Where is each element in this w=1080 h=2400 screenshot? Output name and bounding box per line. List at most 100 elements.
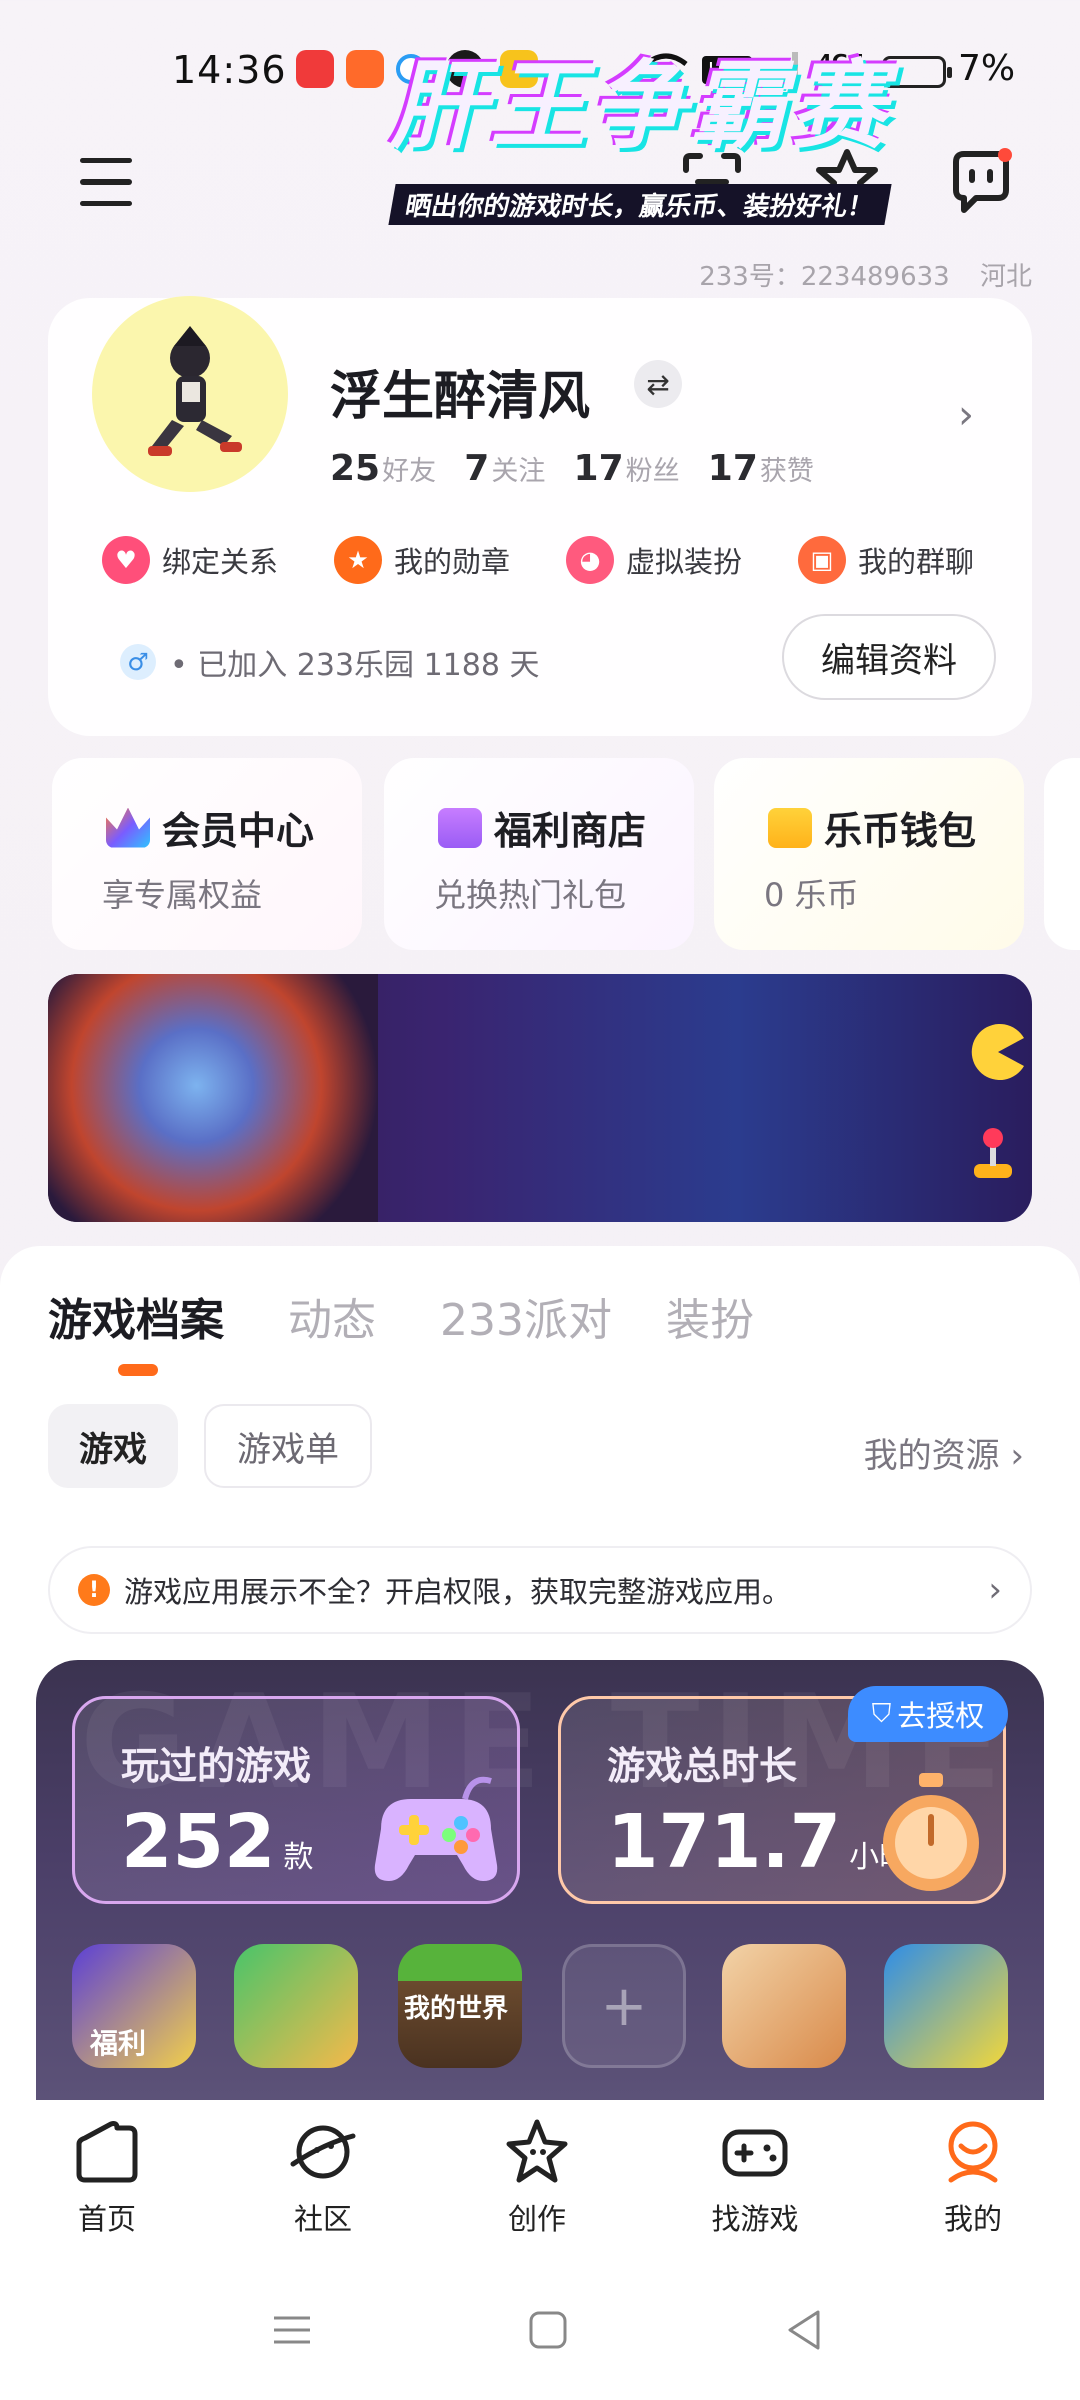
played-unit: 款	[283, 1840, 314, 1875]
notification-dot	[998, 148, 1012, 162]
game-icon-minecraft[interactable]: 我的世界	[398, 1944, 522, 2068]
banner-title: 肝王争霸赛	[390, 50, 890, 162]
message-button[interactable]	[946, 148, 1016, 218]
nav-home[interactable]: 首页	[32, 2116, 182, 2238]
account-id: 233号：223489633	[699, 262, 950, 292]
game-icon-label: 我的世界	[404, 1994, 509, 2024]
profile-icon	[948, 2121, 998, 2183]
my-resources-link[interactable]: 我的资源 ›	[864, 1428, 1024, 1477]
recent-apps-icon[interactable]	[272, 2310, 312, 2350]
shield-check-icon: ⛉	[871, 1698, 892, 1729]
home-icon	[76, 2121, 138, 2183]
feature-sub: 0 乐币	[764, 876, 859, 914]
tab-indicator	[118, 1364, 158, 1376]
swap-icon: ⇄	[646, 367, 670, 401]
feature-title: 乐币钱包	[824, 809, 977, 853]
nav-label: 我的	[943, 2202, 1002, 2236]
planet-icon	[290, 2125, 356, 2179]
permission-text: 游戏应用展示不全？开启权限，获取完整游戏应用。	[124, 1575, 792, 1609]
nav-find-games[interactable]: 找游戏	[680, 2116, 830, 2238]
gamepad-icon	[722, 2129, 788, 2177]
tab-activity[interactable]: 动态	[288, 1284, 376, 1348]
pacman-icon	[971, 1024, 1024, 1080]
time-label: 游戏总时长	[607, 1744, 798, 1788]
tab-game-archive[interactable]: 游戏档案	[48, 1284, 224, 1348]
quick-link-label: 绑定关系	[162, 545, 279, 579]
chevron-right-icon[interactable]: ›	[958, 392, 974, 438]
tab-dressup[interactable]: 装扮	[666, 1284, 754, 1348]
chat-icon: ▣	[798, 536, 846, 584]
game-icon-level[interactable]	[884, 1944, 1008, 2068]
joystick-icon	[974, 1128, 1012, 1178]
fans-label: 粉丝	[625, 456, 680, 487]
joined-info: ♂ • 已加入 233乐园 1188 天	[120, 640, 539, 684]
nav-label: 社区	[293, 2202, 352, 2236]
likes-count[interactable]: 17	[708, 448, 758, 489]
gift-icon	[438, 807, 482, 848]
feature-sub: 享专属权益	[102, 876, 263, 914]
menu-icon	[80, 158, 132, 164]
grid-app-icon	[346, 50, 384, 88]
home-square-icon[interactable]	[528, 2310, 568, 2350]
crown-icon	[106, 807, 150, 848]
nav-label: 创作	[507, 2202, 566, 2236]
quick-link-groups[interactable]: ▣ 我的群聊	[798, 536, 974, 584]
friends-count[interactable]: 25	[330, 448, 380, 489]
banner-subtitle: 晒出你的游戏时长，赢乐币、装扮好礼！	[388, 184, 892, 225]
feature-partial[interactable]	[1044, 758, 1080, 950]
chevron-right-icon: ›	[988, 1570, 1002, 1610]
joined-text: • 已加入 233乐园 1188 天	[170, 648, 540, 683]
following-count[interactable]: 7	[464, 448, 489, 489]
folder-icon	[768, 807, 812, 848]
gamepad-illustration-icon	[374, 1776, 498, 1881]
feature-wallet[interactable]: 乐币钱包 0 乐币	[714, 758, 1024, 950]
feature-vip[interactable]: 会员中心 享专属权益	[52, 758, 362, 950]
authorize-button[interactable]: ⛉ 去授权	[848, 1686, 1008, 1742]
cat-icon: ◕	[566, 536, 614, 584]
add-game-button[interactable]: +	[562, 1944, 686, 2068]
permission-notice[interactable]: ! 游戏应用展示不全？开启权限，获取完整游戏应用。 ›	[48, 1546, 1032, 1634]
chip-game-lists[interactable]: 游戏单	[204, 1404, 372, 1488]
back-triangle-icon[interactable]	[784, 2308, 824, 2352]
feature-title: 会员中心	[162, 809, 315, 853]
feature-shop[interactable]: 福利商店 兑换热门礼包	[384, 758, 694, 950]
game-icon-fuli[interactable]: 福利	[72, 1944, 196, 2068]
nav-create[interactable]: 创作	[462, 2116, 612, 2238]
fans-count[interactable]: 17	[574, 448, 624, 489]
played-games-card[interactable]: 玩过的游戏 252 款	[72, 1696, 520, 1904]
tab-party[interactable]: 233派对	[440, 1284, 612, 1348]
quick-link-dressup[interactable]: ◕ 虚拟装扮	[566, 536, 742, 584]
game-icon-runner[interactable]	[722, 1944, 846, 2068]
warning-icon: !	[78, 1574, 110, 1606]
avatar[interactable]	[92, 296, 288, 492]
time-value: 171.7	[607, 1799, 842, 1885]
star-icon	[506, 2119, 568, 2183]
nav-community[interactable]: 社区	[248, 2116, 398, 2238]
nav-label: 首页	[77, 2202, 136, 2236]
account-info: 233号：223489633 河北	[677, 256, 1032, 293]
battery-percent: 7%	[958, 48, 1016, 89]
username: 浮生醉清风	[330, 367, 591, 427]
game-icon-cube[interactable]	[234, 1944, 358, 2068]
following-label: 关注	[491, 456, 546, 487]
feature-sub: 兑换热门礼包	[434, 876, 627, 914]
nav-mine[interactable]: 我的	[898, 2116, 1048, 2238]
profile-stats: 25好友 7关注 17粉丝 17获赞	[330, 448, 832, 489]
played-value: 252	[121, 1799, 276, 1885]
quick-link-bind[interactable]: ♥ 绑定关系	[102, 536, 278, 584]
quick-link-label: 我的勋章	[394, 545, 511, 579]
medal-icon: ★	[334, 536, 382, 584]
event-banner[interactable]	[48, 974, 1032, 1222]
status-time: 14:36	[172, 48, 287, 92]
stopwatch-illustration-icon	[883, 1773, 979, 1891]
male-icon: ♂	[120, 644, 156, 680]
edit-profile-button[interactable]: 编辑资料	[782, 614, 996, 700]
menu-button[interactable]	[74, 150, 138, 214]
switch-account-button[interactable]: ⇄	[634, 360, 682, 408]
played-label: 玩过的游戏	[121, 1744, 312, 1788]
avatar-figure	[148, 326, 242, 456]
chip-games[interactable]: 游戏	[48, 1404, 178, 1488]
quick-link-medals[interactable]: ★ 我的勋章	[334, 536, 510, 584]
likes-label: 获赞	[759, 456, 814, 487]
friends-label: 好友	[382, 456, 437, 487]
